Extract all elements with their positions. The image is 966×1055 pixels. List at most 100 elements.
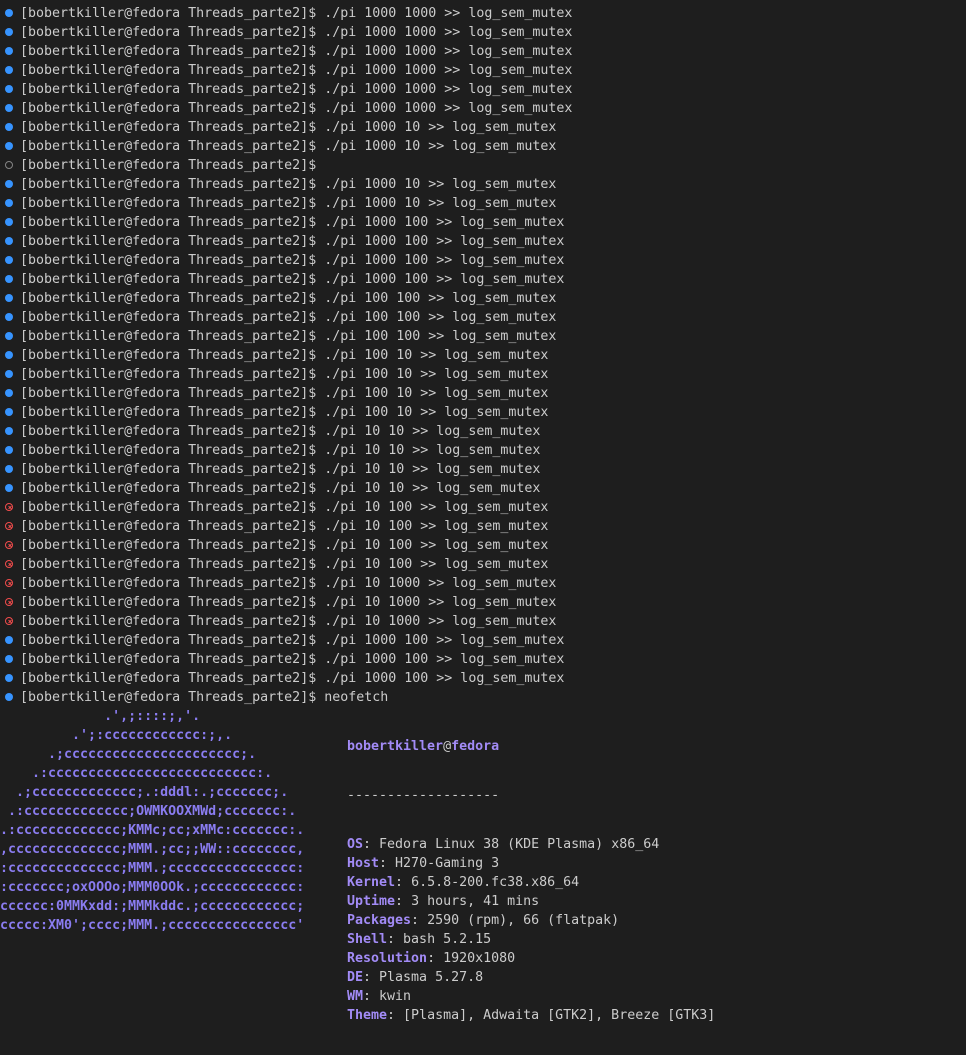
shell-prompt: [bobertkiller@fedora Threads_parte2]$ (20, 424, 325, 439)
command-success-icon[interactable] (5, 313, 13, 321)
command-success-icon[interactable] (5, 351, 13, 359)
command-error-icon[interactable] (5, 579, 13, 587)
command-error-icon[interactable] (5, 560, 13, 568)
terminal-line[interactable]: [bobertkiller@fedora Threads_parte2]$ ./… (0, 289, 966, 308)
terminal-line[interactable]: [bobertkiller@fedora Threads_parte2]$ ./… (0, 441, 966, 460)
terminal-line[interactable]: [bobertkiller@fedora Threads_parte2]$ ./… (0, 270, 966, 289)
neofetch-host: fedora (451, 739, 500, 754)
command-success-icon[interactable] (5, 199, 13, 207)
terminal-line[interactable]: [bobertkiller@fedora Threads_parte2]$ ./… (0, 422, 966, 441)
terminal-line[interactable]: [bobertkiller@fedora Threads_parte2]$ ./… (0, 384, 966, 403)
command-success-icon[interactable] (5, 237, 13, 245)
command-error-icon[interactable] (5, 503, 13, 511)
terminal-line[interactable]: [bobertkiller@fedora Threads_parte2]$ ./… (0, 365, 966, 384)
command-text: ./pi 10 1000 >> log_sem_mutex (324, 576, 557, 591)
command-success-icon[interactable] (5, 674, 13, 682)
command-success-icon[interactable] (5, 332, 13, 340)
command-success-icon[interactable] (5, 275, 13, 283)
terminal-line[interactable]: [bobertkiller@fedora Threads_parte2]$ ./… (0, 593, 966, 612)
command-success-icon[interactable] (5, 180, 13, 188)
shell-prompt: [bobertkiller@fedora Threads_parte2]$ (20, 595, 325, 610)
command-success-icon[interactable] (5, 408, 13, 416)
command-success-icon[interactable] (5, 294, 13, 302)
terminal-line[interactable]: [bobertkiller@fedora Threads_parte2]$ ./… (0, 232, 966, 251)
command-success-icon[interactable] (5, 47, 13, 55)
command-error-icon[interactable] (5, 541, 13, 549)
terminal-line[interactable]: [bobertkiller@fedora Threads_parte2]$ (0, 156, 966, 175)
command-success-icon[interactable] (5, 370, 13, 378)
terminal-line[interactable]: [bobertkiller@fedora Threads_parte2]$ ./… (0, 650, 966, 669)
command-text: ./pi 1000 1000 >> log_sem_mutex (324, 6, 573, 21)
shell-prompt: [bobertkiller@fedora Threads_parte2]$ (20, 481, 325, 496)
terminal-line[interactable]: [bobertkiller@fedora Threads_parte2]$ ./… (0, 327, 966, 346)
terminal-line[interactable]: [bobertkiller@fedora Threads_parte2]$ ./… (0, 669, 966, 688)
neofetch-at: @ (443, 739, 452, 754)
info-colon: : (387, 1008, 404, 1023)
command-text: ./pi 1000 100 >> log_sem_mutex (324, 215, 565, 230)
command-success-icon[interactable] (5, 104, 13, 112)
command-success-icon[interactable] (5, 9, 13, 17)
command-success-icon[interactable] (5, 142, 13, 150)
terminal-line[interactable]: [bobertkiller@fedora Threads_parte2]$ ./… (0, 23, 966, 42)
command-success-icon[interactable] (5, 256, 13, 264)
command-success-icon[interactable] (5, 446, 13, 454)
terminal-line[interactable]: [bobertkiller@fedora Threads_parte2]$ ./… (0, 251, 966, 270)
terminal-line[interactable]: [bobertkiller@fedora Threads_parte2]$ ./… (0, 213, 966, 232)
terminal-line[interactable]: [bobertkiller@fedora Threads_parte2]$ ./… (0, 346, 966, 365)
command-success-icon[interactable] (5, 85, 13, 93)
terminal-line[interactable]: [bobertkiller@fedora Threads_parte2]$ ./… (0, 99, 966, 118)
terminal-line[interactable]: [bobertkiller@fedora Threads_parte2]$ ./… (0, 4, 966, 23)
terminal-line[interactable]: [bobertkiller@fedora Threads_parte2]$ ./… (0, 80, 966, 99)
info-colon: : (395, 875, 412, 890)
info-colon: : (387, 932, 404, 947)
terminal-line[interactable]: [bobertkiller@fedora Threads_parte2]$ ./… (0, 194, 966, 213)
terminal-line[interactable]: [bobertkiller@fedora Threads_parte2]$ ./… (0, 42, 966, 61)
command-success-icon[interactable] (5, 123, 13, 131)
terminal-line[interactable]: [bobertkiller@fedora Threads_parte2]$ ./… (0, 61, 966, 80)
command-default-icon[interactable] (5, 161, 13, 169)
terminal-line[interactable]: [bobertkiller@fedora Threads_parte2]$ ./… (0, 536, 966, 555)
neofetch-separator: ------------------- (347, 788, 500, 803)
info-key: WM (347, 989, 364, 1004)
command-success-icon[interactable] (5, 465, 13, 473)
command-error-icon[interactable] (5, 617, 13, 625)
terminal-line[interactable]: [bobertkiller@fedora Threads_parte2]$ ./… (0, 612, 966, 631)
terminal-line[interactable]: [bobertkiller@fedora Threads_parte2]$ ./… (0, 479, 966, 498)
command-success-icon[interactable] (5, 389, 13, 397)
terminal-line[interactable]: [bobertkiller@fedora Threads_parte2]$ ./… (0, 308, 966, 327)
terminal-line[interactable]: [bobertkiller@fedora Threads_parte2]$ ./… (0, 137, 966, 156)
command-success-icon[interactable] (5, 28, 13, 36)
info-row: WM: kwin (347, 987, 715, 1006)
command-text: ./pi 1000 10 >> log_sem_mutex (324, 196, 557, 211)
terminal-line[interactable]: [bobertkiller@fedora Threads_parte2]$ ne… (0, 688, 966, 707)
command-success-icon[interactable] (5, 427, 13, 435)
command-success-icon[interactable] (5, 655, 13, 663)
terminal-line[interactable]: [bobertkiller@fedora Threads_parte2]$ ./… (0, 517, 966, 536)
command-text: ./pi 1000 100 >> log_sem_mutex (324, 253, 565, 268)
shell-prompt: [bobertkiller@fedora Threads_parte2]$ (20, 671, 325, 686)
terminal-output[interactable]: [bobertkiller@fedora Threads_parte2]$ ./… (0, 4, 966, 707)
command-error-icon[interactable] (5, 522, 13, 530)
command-success-icon[interactable] (5, 218, 13, 226)
terminal-line[interactable]: [bobertkiller@fedora Threads_parte2]$ ./… (0, 403, 966, 422)
terminal-line[interactable]: [bobertkiller@fedora Threads_parte2]$ ./… (0, 460, 966, 479)
info-row: Packages: 2590 (rpm), 66 (flatpak) (347, 911, 715, 930)
command-error-icon[interactable] (5, 598, 13, 606)
terminal-line[interactable]: [bobertkiller@fedora Threads_parte2]$ ./… (0, 498, 966, 517)
terminal-line[interactable]: [bobertkiller@fedora Threads_parte2]$ ./… (0, 555, 966, 574)
command-success-icon[interactable] (5, 66, 13, 74)
command-success-icon[interactable] (5, 636, 13, 644)
shell-prompt: [bobertkiller@fedora Threads_parte2]$ (20, 348, 325, 363)
command-success-icon[interactable] (5, 484, 13, 492)
command-success-icon[interactable] (5, 693, 13, 701)
shell-prompt: [bobertkiller@fedora Threads_parte2]$ (20, 500, 325, 515)
info-value: bash 5.2.15 (403, 932, 492, 947)
terminal-line[interactable]: [bobertkiller@fedora Threads_parte2]$ ./… (0, 118, 966, 137)
terminal-line[interactable]: [bobertkiller@fedora Threads_parte2]$ ./… (0, 175, 966, 194)
info-key: DE (347, 970, 364, 985)
shell-prompt: [bobertkiller@fedora Threads_parte2]$ (20, 519, 325, 534)
shell-prompt: [bobertkiller@fedora Threads_parte2]$ (20, 405, 325, 420)
command-text: ./pi 1000 100 >> log_sem_mutex (324, 633, 565, 648)
terminal-line[interactable]: [bobertkiller@fedora Threads_parte2]$ ./… (0, 574, 966, 593)
terminal-line[interactable]: [bobertkiller@fedora Threads_parte2]$ ./… (0, 631, 966, 650)
